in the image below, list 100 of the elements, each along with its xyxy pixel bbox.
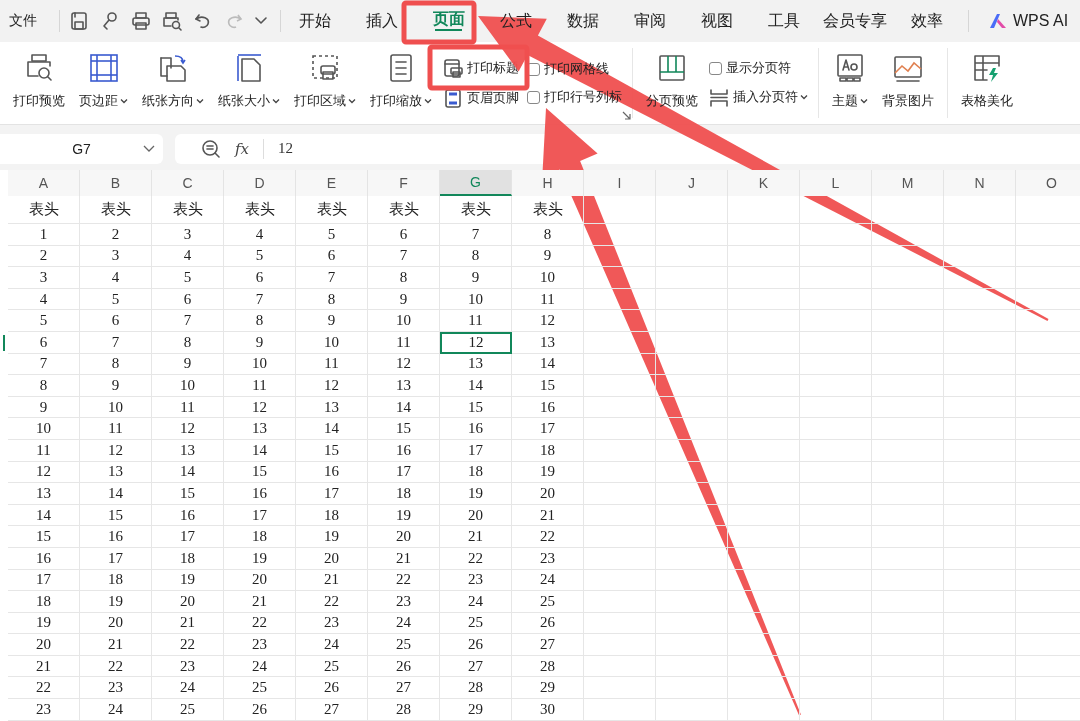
table-cell bbox=[944, 375, 1016, 397]
table-cell: 7 bbox=[224, 288, 296, 311]
ribbon-tab[interactable]: 审阅 bbox=[616, 0, 683, 42]
name-box[interactable]: G7 bbox=[0, 133, 163, 164]
ai-button[interactable]: WPS AI bbox=[1013, 12, 1069, 30]
table-cell bbox=[944, 612, 1016, 635]
table-cell: 17 bbox=[296, 483, 368, 505]
save-icon[interactable] bbox=[68, 10, 90, 32]
chevron-down-icon[interactable] bbox=[143, 143, 155, 154]
table-cell bbox=[872, 526, 944, 548]
ribbon-button[interactable]: 打印区域 bbox=[291, 50, 359, 112]
table-cell bbox=[584, 591, 656, 613]
table-cell bbox=[728, 288, 800, 311]
formula-field[interactable]: fx 12 bbox=[175, 133, 1080, 164]
table-cell: 19 bbox=[512, 461, 584, 484]
ribbon-tab[interactable]: 工具 bbox=[750, 0, 817, 42]
column-header[interactable]: N bbox=[944, 170, 1016, 196]
column-header[interactable]: O bbox=[1016, 170, 1080, 196]
table-cell bbox=[872, 699, 944, 721]
ribbon-tab[interactable]: 数据 bbox=[549, 0, 616, 42]
table-cell: 11 bbox=[368, 331, 440, 354]
column-header[interactable]: D bbox=[224, 170, 296, 196]
table-cell: 10 bbox=[80, 396, 152, 419]
column-header[interactable]: A bbox=[8, 170, 80, 196]
dialog-launcher-icon[interactable] bbox=[622, 111, 631, 120]
page-break-preview-icon bbox=[656, 52, 688, 84]
table-cell: 29 bbox=[440, 699, 512, 721]
header-footer-icon bbox=[443, 88, 463, 108]
checkbox[interactable] bbox=[527, 62, 540, 76]
ribbon-button[interactable]: 打印缩放 bbox=[367, 50, 435, 112]
ribbon-tab[interactable]: 插入 bbox=[348, 0, 415, 42]
table-cell: 21 bbox=[440, 526, 512, 548]
ribbon-tab[interactable]: 效率 bbox=[893, 0, 960, 42]
table-cell: 28 bbox=[368, 699, 440, 721]
table-cell: 13 bbox=[512, 331, 584, 354]
table-cell: 11 bbox=[224, 375, 296, 397]
ribbon-tab[interactable]: 页面 bbox=[415, 0, 482, 42]
function-button[interactable]: fx bbox=[235, 139, 249, 158]
ribbon-button[interactable]: 背景图片 bbox=[879, 50, 937, 112]
table-cell: 18 bbox=[368, 483, 440, 505]
table-cell bbox=[872, 396, 944, 419]
table-cell bbox=[944, 504, 1016, 527]
ribbon-button[interactable]: 主题 bbox=[829, 50, 871, 112]
table-cell bbox=[944, 483, 1016, 505]
active-cell[interactable]: 12 bbox=[440, 331, 512, 354]
table-cell: 16 bbox=[224, 483, 296, 505]
table-cell bbox=[800, 483, 872, 505]
table-cell: 18 bbox=[8, 591, 80, 613]
ribbon-button[interactable]: 打印标题 bbox=[443, 58, 519, 78]
table-cell: 9 bbox=[80, 375, 152, 397]
ribbon-tab[interactable]: 开始 bbox=[281, 0, 348, 42]
ribbon-button[interactable]: 页眉页脚 bbox=[443, 88, 519, 108]
table-cell: 25 bbox=[296, 655, 368, 678]
ribbon-button[interactable]: 插入分页符 bbox=[709, 87, 808, 107]
table-cell: 21 bbox=[80, 634, 152, 656]
table-cell: 18 bbox=[80, 569, 152, 592]
ribbon-button[interactable]: 打印预览 bbox=[10, 50, 68, 112]
ribbon-button[interactable]: 纸张方向 bbox=[139, 50, 207, 112]
column-header[interactable]: E bbox=[296, 170, 368, 196]
table-cell: 21 bbox=[512, 504, 584, 527]
table-cell: 10 bbox=[224, 353, 296, 376]
column-header[interactable]: M bbox=[872, 170, 944, 196]
column-header[interactable]: C bbox=[152, 170, 224, 196]
table-cell bbox=[584, 655, 656, 678]
table-cell: 16 bbox=[296, 461, 368, 484]
table-cell: 4 bbox=[80, 267, 152, 289]
column-header[interactable]: H bbox=[512, 170, 584, 196]
file-menu[interactable]: 文件 bbox=[9, 12, 37, 30]
column-header[interactable]: K bbox=[728, 170, 800, 196]
ribbon-tab[interactable]: 会员专享 bbox=[817, 0, 893, 42]
checkbox-label[interactable]: 显示分页符 bbox=[726, 59, 791, 77]
ribbon-button[interactable]: 页边距 bbox=[76, 50, 131, 112]
column-header[interactable]: J bbox=[656, 170, 728, 196]
table-cell bbox=[656, 591, 728, 613]
print-preview-icon[interactable] bbox=[161, 10, 183, 32]
column-header[interactable]: B bbox=[80, 170, 152, 196]
table-cell: 24 bbox=[152, 677, 224, 700]
table-cell: 5 bbox=[296, 224, 368, 246]
table-cell: 10 bbox=[440, 288, 512, 311]
table-cell bbox=[584, 439, 656, 462]
printer-icon[interactable] bbox=[130, 10, 152, 32]
table-cell: 20 bbox=[296, 547, 368, 570]
column-header[interactable]: G bbox=[440, 170, 512, 196]
ribbon-button[interactable]: 纸张大小 bbox=[215, 50, 283, 112]
table-cell bbox=[872, 655, 944, 678]
column-header[interactable]: I bbox=[584, 170, 656, 196]
ribbon-tab[interactable]: 视图 bbox=[683, 0, 750, 42]
table-cell bbox=[800, 310, 872, 332]
table-cell bbox=[656, 699, 728, 721]
checkbox[interactable] bbox=[527, 90, 540, 104]
column-header[interactable]: F bbox=[368, 170, 440, 196]
table-cell bbox=[728, 483, 800, 505]
table-cell: 5 bbox=[8, 310, 80, 332]
page-break-icon bbox=[709, 87, 729, 107]
checkbox[interactable] bbox=[709, 61, 722, 75]
table-cell: 5 bbox=[152, 267, 224, 289]
checkbox-label[interactable]: 打印行号列标 bbox=[544, 88, 622, 106]
column-header[interactable]: L bbox=[800, 170, 872, 196]
ribbon-button[interactable]: 表格美化 bbox=[958, 50, 1016, 112]
zoom-icon[interactable] bbox=[201, 138, 221, 159]
